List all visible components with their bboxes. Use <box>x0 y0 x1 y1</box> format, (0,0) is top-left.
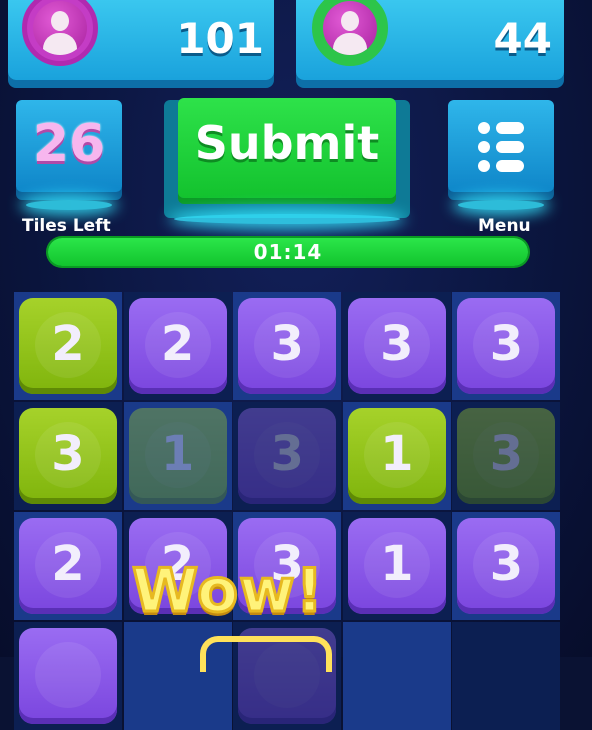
timer-text: 01:14 <box>253 240 323 264</box>
tiles-left-counter: 26 <box>16 100 122 210</box>
tile-number: 2 <box>51 316 85 372</box>
tile-number: 3 <box>489 536 524 592</box>
number-tile[interactable]: 1 <box>347 408 446 504</box>
tile-number: 1 <box>380 426 414 482</box>
number-tile[interactable]: 3 <box>238 408 337 504</box>
board-cell: 1 <box>342 512 451 620</box>
board-cell: 3 <box>452 402 561 510</box>
board-cell: 3 <box>233 402 342 510</box>
number-tile[interactable]: 2 <box>19 298 117 394</box>
menu-button[interactable] <box>448 100 554 210</box>
tiles-left-count: 26 <box>32 114 106 174</box>
tile-number: 3 <box>489 426 524 482</box>
player-two-panel: 44 <box>296 0 564 80</box>
number-tile[interactable]: 2 <box>128 298 227 394</box>
board-cell: 2 <box>123 292 232 400</box>
player-one-avatar-icon[interactable] <box>22 0 98 66</box>
timer-bar: 01:14 <box>48 238 528 266</box>
player-two-avatar-icon[interactable] <box>312 0 388 66</box>
number-tile[interactable]: 3 <box>457 408 556 504</box>
board-cell <box>14 622 122 730</box>
player-one-score: 101 <box>176 14 264 63</box>
tiles-left-label: Tiles Left <box>22 216 111 236</box>
board-cell: 3 <box>452 512 561 620</box>
board-cell: 3 <box>452 292 561 400</box>
number-tile[interactable]: 1 <box>128 408 227 504</box>
tile-number: 3 <box>270 426 304 482</box>
board-cell: 2 <box>14 512 122 620</box>
submit-button-label: Submit <box>194 116 380 170</box>
tile-number: 3 <box>489 316 524 372</box>
menu-label: Menu <box>478 216 531 236</box>
board-cell: 1 <box>123 402 232 510</box>
tile-number: 1 <box>160 426 195 482</box>
tile-number: 2 <box>160 316 195 372</box>
number-tile[interactable]: 3 <box>238 298 337 394</box>
number-tile[interactable]: 3 <box>347 298 446 394</box>
number-tile[interactable] <box>19 628 117 724</box>
number-tile[interactable]: 3 <box>457 518 556 614</box>
number-tile[interactable]: 2 <box>19 518 117 614</box>
tile-number: 3 <box>380 316 414 372</box>
board-cell: 3 <box>233 292 342 400</box>
submit-button[interactable]: Submit <box>164 98 410 224</box>
number-tile[interactable]: 3 <box>457 298 556 394</box>
popup-arc-decoration <box>200 636 332 672</box>
player-one-panel: 101 <box>8 0 274 80</box>
board-cell: 2 <box>14 292 122 400</box>
number-tile[interactable]: 3 <box>19 408 117 504</box>
board-cell: 1 <box>342 402 451 510</box>
tile-number: 2 <box>51 536 85 592</box>
number-tile[interactable]: 1 <box>347 518 446 614</box>
tile-number: 1 <box>380 536 414 592</box>
tile-number: 3 <box>270 316 304 372</box>
tile-number: 3 <box>51 426 85 482</box>
player-two-score: 44 <box>493 14 552 63</box>
wow-popup-text: Wow! <box>130 555 325 628</box>
menu-list-icon <box>478 122 524 172</box>
board-cell: 3 <box>14 402 122 510</box>
board-cell: 3 <box>342 292 451 400</box>
board-cell <box>452 622 561 730</box>
board-cell <box>342 622 451 730</box>
